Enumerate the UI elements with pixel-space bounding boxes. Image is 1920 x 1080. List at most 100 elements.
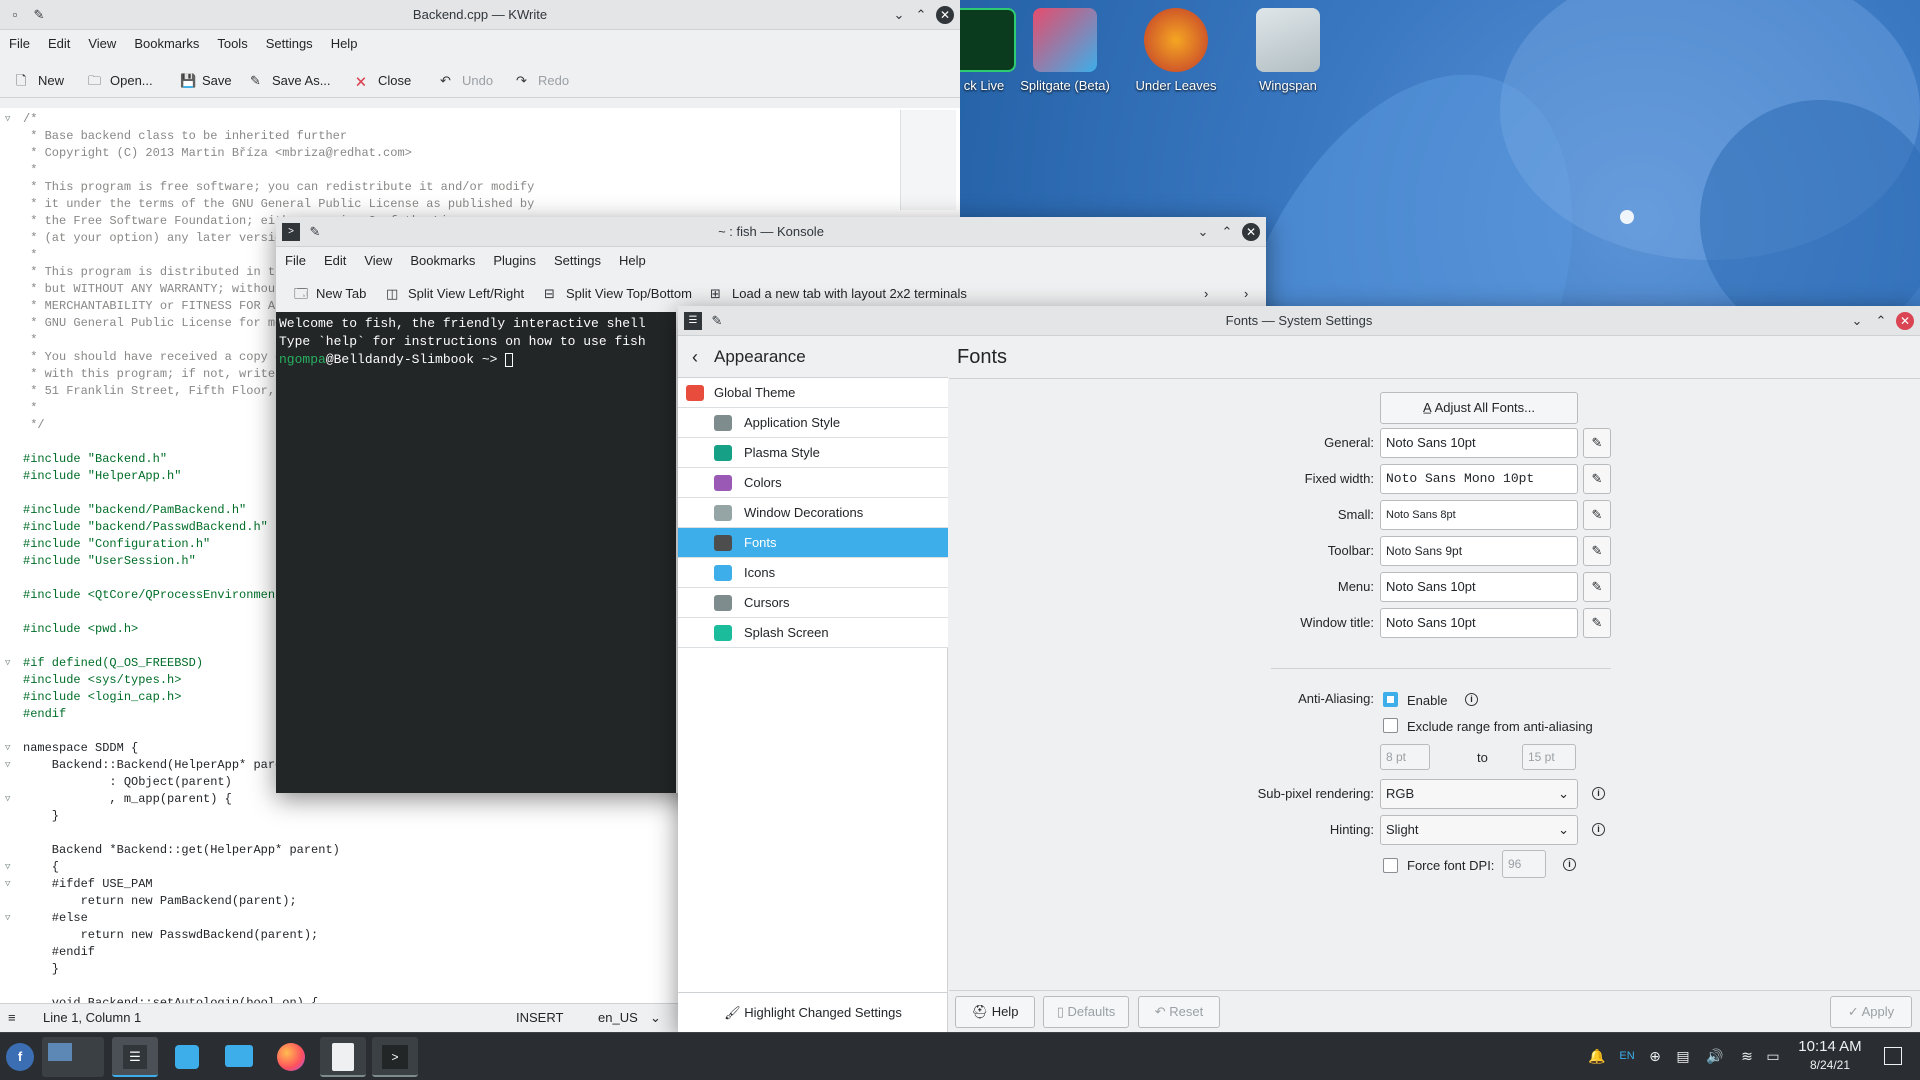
input-mode[interactable]: INSERT (516, 1004, 563, 1032)
sidebar-item-icons[interactable]: Icons (678, 558, 948, 588)
info-icon[interactable]: i (1592, 823, 1605, 836)
fold-marker-icon[interactable]: ▽ (5, 879, 10, 889)
task-dolphin[interactable] (216, 1037, 262, 1077)
sidebar-item-plasma-style[interactable]: Plasma Style (678, 438, 948, 468)
split-left-right-button[interactable]: ◫ Split View Left/Right (386, 283, 524, 305)
toolbar-overflow-button[interactable]: › (1244, 283, 1248, 305)
task-kwrite[interactable] (320, 1037, 366, 1077)
sidebar-item-global-theme[interactable]: Global Theme (678, 378, 948, 408)
maximize-button[interactable]: ⌃ (1218, 223, 1236, 241)
updates-icon[interactable]: ⊕ (1646, 1047, 1664, 1065)
reset-button[interactable]: ↶ Reset (1138, 996, 1220, 1028)
menu-view[interactable]: View (355, 247, 401, 275)
menu-help[interactable]: Help (610, 247, 655, 275)
menu-bookmarks[interactable]: Bookmarks (401, 247, 484, 275)
sidebar-item-cursors[interactable]: Cursors (678, 588, 948, 618)
sidebar-item-colors[interactable]: Colors (678, 468, 948, 498)
subpixel-select[interactable]: RGB ⌄ (1380, 779, 1578, 809)
keyboard-layout[interactable]: EN (1616, 1047, 1638, 1065)
clock[interactable]: 10:14 AM 8/24/21 (1790, 1037, 1870, 1073)
hinting-select[interactable]: Slight ⌄ (1380, 815, 1578, 845)
sidebar-item-fonts[interactable]: Fonts (678, 528, 948, 558)
fold-marker-icon[interactable]: ▽ (5, 114, 10, 124)
menu-edit[interactable]: Edit (39, 30, 79, 58)
minimize-button[interactable]: ⌄ (1194, 223, 1212, 241)
redo-button[interactable]: ↷ Redo (516, 70, 569, 92)
menu-file[interactable]: File (276, 247, 315, 275)
maximize-button[interactable]: ⌃ (1872, 312, 1890, 330)
edit-font-button[interactable]: ✎ (1583, 608, 1611, 638)
chevron-down-icon[interactable]: ⌄ (650, 1004, 661, 1032)
maximize-button[interactable]: ⌃ (912, 6, 930, 24)
fold-marker-icon[interactable]: ▽ (5, 794, 10, 804)
close-window-button[interactable]: ✕ (1242, 223, 1260, 241)
anti-aliasing-checkbox[interactable] (1383, 692, 1398, 707)
fold-marker-icon[interactable]: ▽ (5, 658, 10, 668)
font-value-field[interactable]: Noto Sans 10pt (1380, 572, 1578, 602)
force-dpi-checkbox[interactable] (1383, 858, 1398, 873)
minimap[interactable] (900, 110, 956, 210)
sidebar-item-window-decorations[interactable]: Window Decorations (678, 498, 948, 528)
task-firefox[interactable] (268, 1037, 314, 1077)
info-icon[interactable]: i (1563, 858, 1576, 871)
font-value-field[interactable]: Noto Sans 10pt (1380, 608, 1578, 638)
menu-settings[interactable]: Settings (545, 247, 610, 275)
save-button[interactable]: 💾 Save (180, 70, 232, 92)
task-discover[interactable] (164, 1037, 210, 1077)
menu-plugins[interactable]: Plugins (484, 247, 545, 275)
close-window-button[interactable]: ✕ (1896, 312, 1914, 330)
font-value-field[interactable]: Noto Sans 9pt (1380, 536, 1578, 566)
fold-marker-icon[interactable]: ▽ (5, 743, 10, 753)
kwrite-titlebar[interactable]: ▫ ✎ Backend.cpp — KWrite ⌄ ⌃ ✕ (0, 0, 960, 30)
exclude-range-checkbox[interactable] (1383, 718, 1398, 733)
language-selector[interactable]: en_US (598, 1004, 638, 1032)
font-value-field[interactable]: Noto Sans Mono 10pt (1380, 464, 1578, 494)
info-icon[interactable]: i (1465, 693, 1478, 706)
edit-font-button[interactable]: ✎ (1583, 500, 1611, 530)
close-button[interactable]: 🗙 Close (356, 70, 411, 92)
back-button[interactable]: ‹ Appearance (678, 336, 948, 378)
open-button[interactable]: 🗀 Open... (88, 70, 153, 92)
menu-file[interactable]: File (0, 30, 39, 58)
menu-bookmarks[interactable]: Bookmarks (125, 30, 208, 58)
application-launcher[interactable]: f (0, 1037, 40, 1077)
volume-icon[interactable]: 🔊 (1706, 1047, 1724, 1065)
fold-marker-icon[interactable]: ▽ (5, 913, 10, 923)
terminal-view[interactable]: Welcome to fish, the friendly interactiv… (276, 312, 676, 793)
anti-aliasing-enable-label[interactable]: Enable (1407, 693, 1447, 708)
highlight-changed-button[interactable]: 🖌 Highlight Changed Settings (678, 992, 948, 1032)
menu-edit[interactable]: Edit (315, 247, 355, 275)
edit-font-button[interactable]: ✎ (1583, 536, 1611, 566)
save-as-button[interactable]: ✎ Save As... (250, 70, 331, 92)
apply-button[interactable]: ✓ Apply (1830, 996, 1912, 1028)
info-icon[interactable]: i (1592, 787, 1605, 800)
font-value-field[interactable]: Noto Sans 8pt (1380, 500, 1578, 530)
konsole-titlebar[interactable]: > ✎ ~ : fish — Konsole ⌄ ⌃ ✕ (276, 217, 1266, 247)
minimize-button[interactable]: ⌄ (1848, 312, 1866, 330)
close-window-button[interactable]: ✕ (936, 6, 954, 24)
new-button[interactable]: 🗋 New (16, 70, 64, 92)
layout-2x2-button[interactable]: ⊞ Load a new tab with layout 2x2 terminal… (710, 283, 967, 305)
menu-icon[interactable]: ≡ (8, 1004, 16, 1032)
show-desktop-button[interactable] (1884, 1047, 1902, 1065)
font-value-field[interactable]: Noto Sans 10pt (1380, 428, 1578, 458)
menu-view[interactable]: View (79, 30, 125, 58)
cursor-position[interactable]: Line 1, Column 1 (43, 1004, 141, 1032)
menu-tools[interactable]: Tools (208, 30, 256, 58)
desktop-icon-wingspan[interactable]: Wingspan (1240, 0, 1336, 93)
desktop-icon-under-leaves[interactable]: Under Leaves (1128, 0, 1224, 93)
menu-settings[interactable]: Settings (257, 30, 322, 58)
network-icon[interactable]: ≋ (1738, 1047, 1756, 1065)
sidebar-item-splash-screen[interactable]: Splash Screen (678, 618, 948, 648)
split-top-bottom-button[interactable]: ⊟ Split View Top/Bottom (544, 283, 692, 305)
edit-font-button[interactable]: ✎ (1583, 572, 1611, 602)
help-button[interactable]: ⛑ Help (955, 996, 1035, 1028)
battery-icon[interactable]: ▭ (1764, 1047, 1782, 1065)
force-dpi-label[interactable]: Force font DPI: (1407, 858, 1494, 873)
new-tab-button[interactable]: 🗔 New Tab (294, 283, 366, 305)
clipboard-icon[interactable]: ▤ (1674, 1047, 1692, 1065)
undo-button[interactable]: ↶ Undo (440, 70, 493, 92)
chevron-right-icon[interactable]: › (1204, 283, 1208, 305)
settings-titlebar[interactable]: ☰ ✎ Fonts — System Settings ⌄ ⌃ ✕ (678, 306, 1920, 336)
fold-marker-icon[interactable]: ▽ (5, 862, 10, 872)
